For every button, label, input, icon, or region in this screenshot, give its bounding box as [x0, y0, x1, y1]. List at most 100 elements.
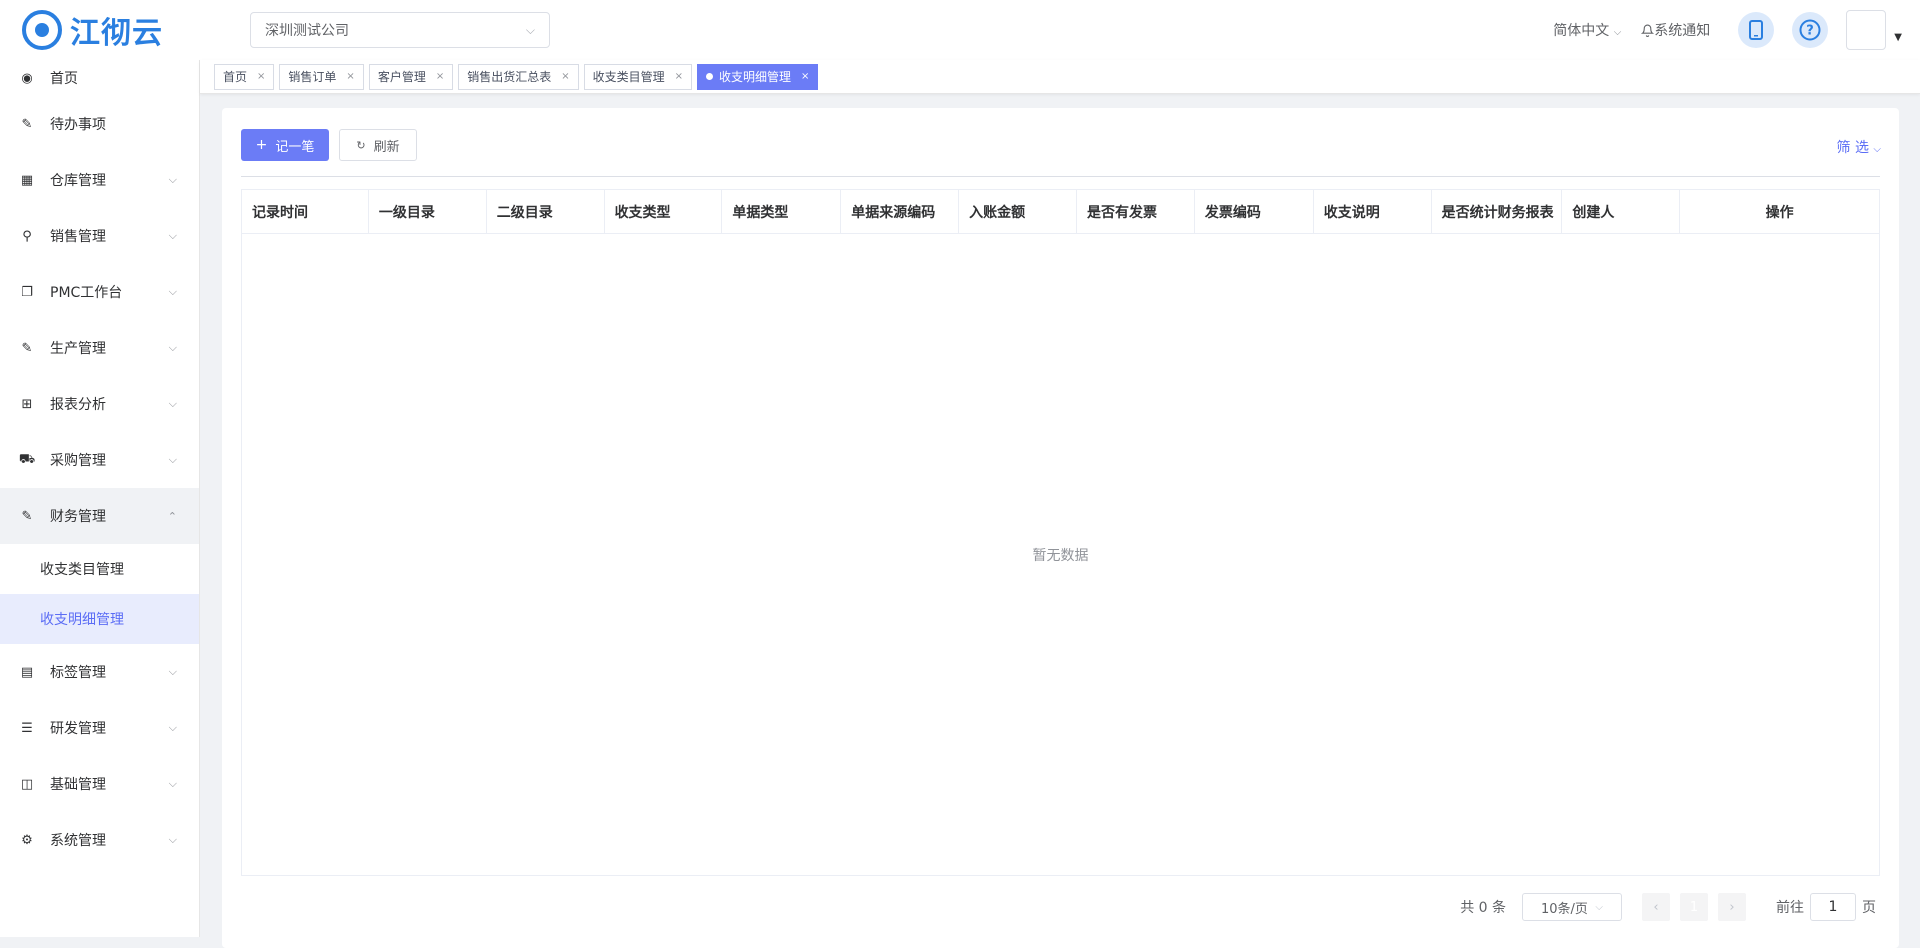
table-icon: ▦	[20, 172, 34, 188]
main-card: + 记一笔 ↻ 刷新 筛 选 ⌵ 记录时间 一级目录 二级目录 收支类型 单据类…	[222, 108, 1899, 948]
empty-state: 暂无数据	[1032, 548, 1089, 564]
filter-label: 筛 选	[1836, 140, 1869, 156]
column-header[interactable]: 记录时间	[242, 190, 369, 234]
goto-page: 前往 1 页	[1776, 893, 1876, 921]
filter-button[interactable]: 筛 选 ⌵	[1837, 137, 1882, 157]
notification-button[interactable]: 系统通知	[1641, 20, 1710, 40]
sidebar-subitem-label: 收支类目管理	[40, 562, 124, 578]
tab-label: 客户管理	[377, 70, 426, 84]
tab-customer[interactable]: 客户管理 ×	[368, 63, 454, 90]
table-header: 记录时间 一级目录 二级目录 收支类型 单据类型 单据来源编码 入账金额 是否有…	[242, 190, 1879, 234]
help-button[interactable]: ?	[1792, 12, 1829, 48]
edit-doc-icon: ✎	[21, 508, 33, 524]
tab-label: 首页	[223, 70, 248, 84]
refresh-icon: ↻	[356, 138, 366, 152]
sidebar-item-todo[interactable]: ✎ 待办事项	[0, 96, 199, 152]
sidebar-item-label: 研发管理	[50, 721, 106, 737]
dashboard-icon: ◉	[21, 70, 33, 86]
chevron-down-icon: ⌵	[168, 173, 177, 186]
logo: 江彻云	[22, 10, 163, 51]
goto-label: 前往	[1776, 900, 1804, 916]
sidebar-subitem-category[interactable]: 收支类目管理	[0, 544, 199, 594]
header-right: 简体中文 ⌵ 系统通知 ? ▼	[1553, 0, 1920, 60]
tab-category[interactable]: 收支类目管理 ×	[583, 63, 693, 90]
edit-icon: ✎	[21, 340, 33, 356]
sidebar-item-home[interactable]: ◉ 首页	[0, 60, 199, 96]
company-select[interactable]: 深圳测试公司 ⌵	[250, 12, 550, 48]
mobile-button[interactable]	[1738, 12, 1775, 48]
language-switcher[interactable]: 简体中文 ⌵	[1553, 20, 1621, 40]
column-header[interactable]: 收支说明	[1314, 190, 1432, 234]
tab-label: 销售订单	[288, 70, 337, 84]
sidebar-item-warehouse[interactable]: ▦ 仓库管理 ⌵	[0, 152, 199, 208]
sidebar-item-label: 仓库管理	[50, 173, 106, 189]
prev-page-button[interactable]: ‹	[1642, 893, 1670, 921]
sidebar-item-labels[interactable]: ▤ 标签管理 ⌵	[0, 644, 199, 700]
sidebar-item-label: 标签管理	[50, 665, 106, 681]
next-page-button[interactable]: ›	[1718, 893, 1746, 921]
close-icon[interactable]: ×	[801, 71, 809, 82]
chevron-down-icon: ⌵	[168, 285, 177, 298]
sidebar-item-rnd[interactable]: ☰ 研发管理 ⌵	[0, 700, 199, 756]
goto-page-input[interactable]: 1	[1810, 893, 1856, 921]
sidebar-item-basic[interactable]: ◫ 基础管理 ⌵	[0, 756, 199, 812]
language-label: 简体中文	[1553, 23, 1610, 39]
tab-sales-order[interactable]: 销售订单 ×	[279, 63, 364, 90]
records-table: 记录时间 一级目录 二级目录 收支类型 单据类型 单据来源编码 入账金额 是否有…	[241, 189, 1880, 876]
tab-label: 收支明细管理	[719, 70, 792, 84]
column-header[interactable]: 创建人	[1562, 190, 1681, 234]
chevron-down-icon: ⌵	[1595, 901, 1603, 913]
sidebar-item-reports[interactable]: ⊞ 报表分析 ⌵	[0, 376, 199, 432]
column-header[interactable]: 入账金额	[959, 190, 1077, 234]
column-header[interactable]: 收支类型	[605, 190, 723, 234]
close-icon[interactable]: ×	[436, 71, 444, 82]
edit-icon: ✎	[21, 116, 33, 132]
column-header[interactable]: 二级目录	[487, 190, 605, 234]
tab-home[interactable]: 首页 ×	[214, 63, 275, 90]
phone-icon	[1749, 20, 1764, 40]
chevron-down-icon: ⌵	[168, 721, 177, 734]
close-icon[interactable]: ×	[561, 71, 569, 82]
sidebar-item-label: 报表分析	[50, 397, 106, 413]
tab-sales-shipment-summary[interactable]: 销售出货汇总表 ×	[458, 63, 579, 90]
chevron-down-icon: ⌵	[1873, 144, 1881, 155]
tab-label: 销售出货汇总表	[467, 70, 552, 84]
sidebar: ◉ 首页 ✎ 待办事项 ▦ 仓库管理 ⌵ ⚲ 销售管理 ⌵ ❐ PMC工作台 ⌵…	[0, 60, 200, 937]
goto-suffix: 页	[1862, 900, 1876, 916]
refresh-button[interactable]: ↻ 刷新	[339, 129, 417, 161]
sidebar-subitem-detail[interactable]: 收支明细管理	[0, 594, 199, 644]
logo-text: 江彻云	[70, 16, 163, 51]
avatar[interactable]	[1846, 10, 1887, 50]
sidebar-item-pmc[interactable]: ❐ PMC工作台 ⌵	[0, 264, 199, 320]
sidebar-item-label: 首页	[50, 71, 78, 87]
sidebar-item-sales[interactable]: ⚲ 销售管理 ⌵	[0, 208, 199, 264]
column-header[interactable]: 是否有发票	[1077, 190, 1195, 234]
caret-down-icon[interactable]: ▼	[1894, 32, 1902, 43]
sidebar-item-label: 待办事项	[50, 117, 106, 133]
chevron-down-icon: ⌵	[168, 453, 177, 466]
sidebar-item-finance[interactable]: ✎ 财务管理 ⌃	[0, 488, 199, 544]
sidebar-item-system[interactable]: ⚙ 系统管理 ⌵	[0, 812, 199, 868]
column-header[interactable]: 是否统计财务报表	[1432, 190, 1563, 234]
add-record-button[interactable]: + 记一笔	[241, 129, 329, 161]
page-number[interactable]: 1	[1680, 893, 1708, 921]
sliders-icon: ☰	[21, 720, 33, 736]
close-icon[interactable]: ×	[257, 71, 265, 82]
svg-text:?: ?	[1807, 24, 1815, 39]
column-header[interactable]: 单据来源编码	[841, 190, 960, 234]
sidebar-item-label: PMC工作台	[50, 285, 123, 301]
plus-icon: +	[255, 137, 268, 153]
close-icon[interactable]: ×	[675, 71, 683, 82]
logo-mark-icon	[22, 10, 62, 50]
close-icon[interactable]: ×	[346, 71, 354, 82]
copy-icon: ❐	[21, 284, 33, 300]
column-header[interactable]: 发票编码	[1195, 190, 1314, 234]
page-size-select[interactable]: 10条/页 ⌵	[1522, 893, 1622, 921]
notification-label: 系统通知	[1654, 23, 1711, 39]
column-header[interactable]: 单据类型	[722, 190, 842, 234]
column-header[interactable]: 一级目录	[369, 190, 487, 234]
sidebar-item-production[interactable]: ✎ 生产管理 ⌵	[0, 320, 199, 376]
tab-detail[interactable]: 收支明细管理 ×	[697, 63, 819, 90]
company-select-value: 深圳测试公司	[265, 23, 349, 39]
sidebar-item-purchase[interactable]: ⛟ 采购管理 ⌵	[0, 432, 199, 488]
